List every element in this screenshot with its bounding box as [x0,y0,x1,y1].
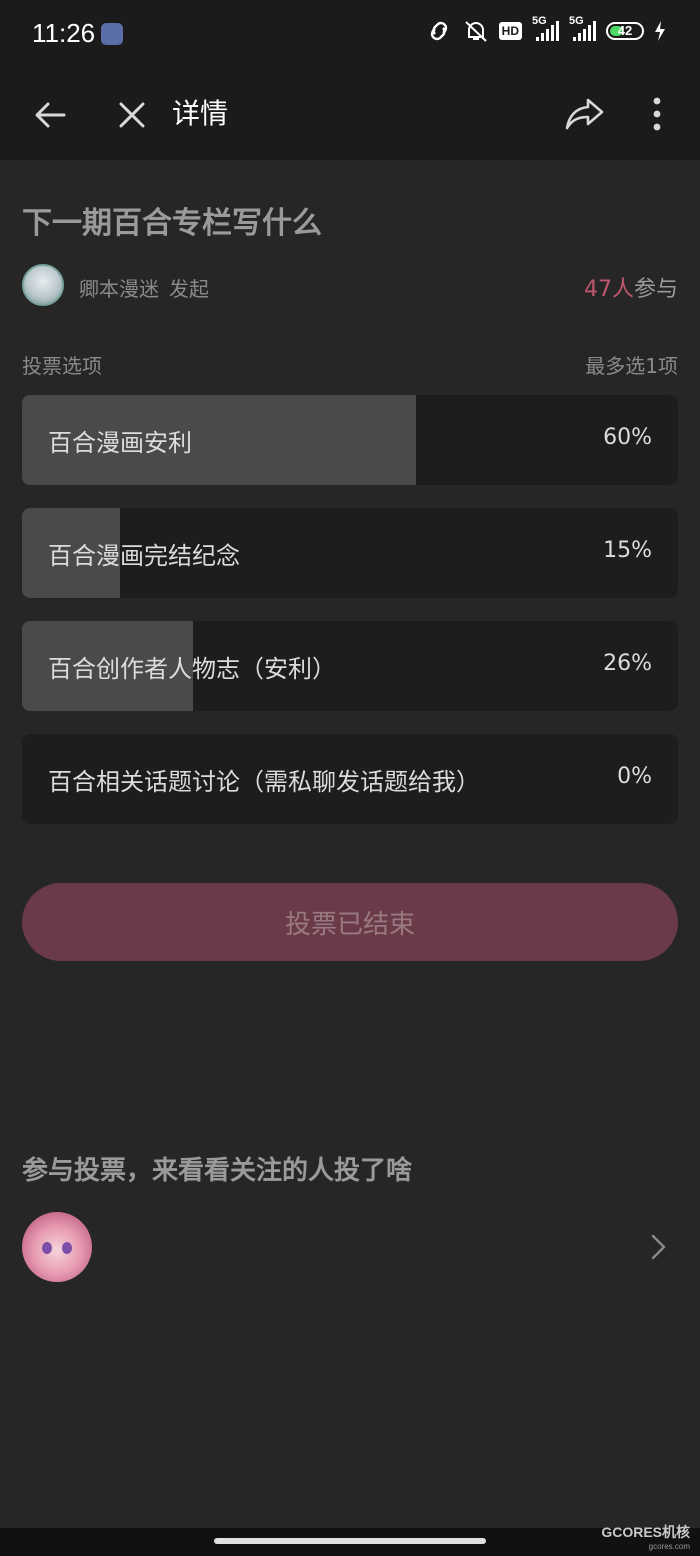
back-arrow-icon [35,102,66,128]
options-header: 投票选项 最多选1项 [22,350,678,379]
back-button[interactable] [30,95,70,135]
participant-suffix: 参与 [633,277,678,302]
mute-bell-icon [464,21,487,42]
share-icon [565,98,604,130]
hd-badge: HD [498,22,522,40]
option-label: 百合相关话题讨论（需私聊发话题给我） [48,768,480,796]
status-icons: HD 5G 5G 42 [425,15,666,43]
page-title: 详情 [172,97,229,130]
signal-icon: 5G [569,15,596,41]
author-row: 卿本漫迷 发起 47人参与 [22,264,678,308]
option-label: 百合漫画安利 [48,429,192,457]
close-icon [119,102,145,128]
options-label: 投票选项 [22,354,102,378]
battery-level: 42 [617,23,633,38]
home-indicator[interactable] [214,1538,486,1544]
option-percent: 60% [603,425,652,450]
voter-avatar[interactable] [22,1212,92,1282]
option-percent: 15% [603,538,652,563]
followed-voters-row[interactable] [22,1212,678,1284]
author-name-wrap: 卿本漫迷 发起 [79,273,209,302]
signal-label: 5G [532,15,547,27]
author-action: 发起 [169,277,209,301]
participant-number: 47人 [583,277,634,302]
poll-option[interactable]: 百合相关话题讨论（需私聊发话题给我） 0% [22,734,678,824]
watermark-brand: GCORES机核 [601,1524,690,1540]
status-time: 11:26 [32,18,96,48]
chevron-right-icon [651,1234,666,1260]
battery-icon: 42 [606,22,644,40]
close-button[interactable] [112,95,152,135]
signal-label: 5G [569,15,584,27]
option-label: 百合创作者人物志（安利） [48,655,336,683]
author-name[interactable]: 卿本漫迷 [79,277,159,301]
poll-title: 下一期百合专栏写什么 [22,206,322,241]
charging-icon [655,21,665,41]
signal-icon: 5G [532,15,559,41]
poll-option[interactable]: 百合创作者人物志（安利） 26% [22,621,678,711]
home-indicator-bar: GCORES机核 gcores.com [0,1524,700,1556]
poll-option[interactable]: 百合漫画完结纪念 15% [22,508,678,598]
vote-ended-button[interactable]: 投票已结束 [22,883,678,961]
option-percent: 0% [617,764,652,789]
option-label: 百合漫画完结纪念 [48,542,240,570]
followed-voters-title: 参与投票，来看看关注的人投了啥 [22,1156,413,1186]
poll-option[interactable]: 百合漫画安利 60% [22,395,678,485]
author-avatar[interactable] [22,264,64,306]
option-percent: 26% [603,651,652,676]
status-bar: 11:26 HD 5G 5G 42 [0,0,700,70]
selection-limit: 最多选1项 [585,354,678,378]
watermark: GCORES机核 gcores.com [601,1522,690,1551]
share-button[interactable] [562,92,608,136]
more-options-button[interactable] [642,92,672,136]
app-notification-icon [101,23,123,45]
participant-count: 47人参与 [584,271,678,303]
app-bar: 详情 [0,70,700,160]
link-icon [430,21,447,41]
more-vertical-icon [653,97,661,131]
watermark-domain: gcores.com [648,1542,690,1551]
